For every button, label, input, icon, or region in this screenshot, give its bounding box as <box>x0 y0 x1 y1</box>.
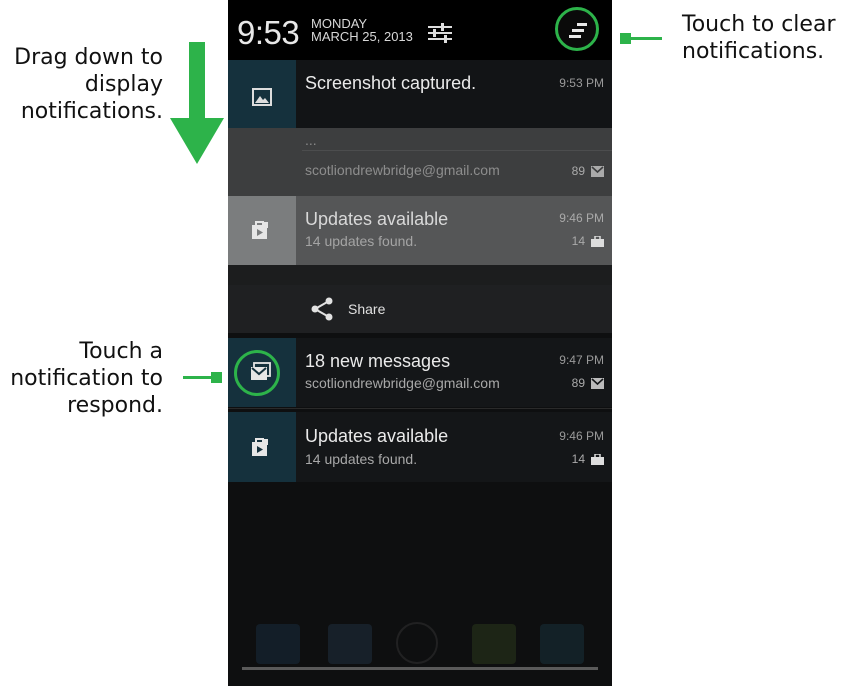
notification-title: Screenshot captured. <box>305 73 477 93</box>
callout-clear-notifications: Touch to clear notifications. <box>682 12 836 64</box>
dock-people-icon <box>328 624 372 664</box>
notification-icon-box <box>228 196 296 265</box>
share-action[interactable]: Share <box>228 285 612 333</box>
quick-settings-sliders-icon[interactable] <box>427 22 453 44</box>
clear-all-icon <box>569 23 587 38</box>
divider <box>302 150 612 151</box>
touch-highlight-ring <box>234 350 280 396</box>
notification-ellipsis: ... <box>305 132 317 148</box>
notification-gmail-swiping[interactable]: ... scotliondrewbridge@gmail.com 89 <box>228 128 612 196</box>
notification-screenshot[interactable]: Screenshot captured. 9:53 PM <box>228 60 612 128</box>
notification-icon-box <box>228 60 296 128</box>
play-store-bag-icon <box>252 438 268 456</box>
notification-count: 14 <box>572 452 604 466</box>
count-label: 89 <box>571 376 585 390</box>
notification-title: 18 new messages <box>305 351 451 371</box>
touch-leader-dot <box>211 372 222 383</box>
dock-browser-icon <box>540 624 584 664</box>
count-label: 14 <box>571 234 585 248</box>
mail-icon <box>591 377 604 389</box>
touch-leader-line <box>183 376 213 379</box>
notification-updates[interactable]: Updates available 14 updates found. 9:46… <box>228 412 612 482</box>
notification-subtitle: 14 updates found. <box>305 451 418 467</box>
notification-subtitle: 14 updates found. <box>305 233 418 249</box>
notification-icon-box <box>228 412 296 482</box>
notification-time: 9:47 PM <box>559 353 604 367</box>
clear-leader-line <box>630 37 662 40</box>
status-date: MONDAY MARCH 25, 2013 <box>311 17 413 43</box>
notification-updates-swiping[interactable]: Updates available 14 updates found. 9:46… <box>228 196 612 265</box>
notification-time: 9:46 PM <box>559 211 604 225</box>
play-store-bag-icon <box>252 221 268 239</box>
notification-title: Updates available <box>305 209 449 229</box>
share-icon[interactable] <box>310 297 334 321</box>
share-label: Share <box>348 301 386 317</box>
notification-count: 89 <box>572 164 604 178</box>
expanded-area <box>228 265 612 285</box>
status-date-label: MARCH 25, 2013 <box>311 29 413 44</box>
shopping-bag-icon <box>591 453 604 465</box>
count-label: 89 <box>571 164 585 178</box>
image-icon <box>252 88 272 106</box>
notification-account: scotliondrewbridge@gmail.com <box>305 162 500 178</box>
dock-apps-icon <box>396 622 438 664</box>
dock-phone-icon <box>256 624 300 664</box>
status-bar: 9:53 MONDAY MARCH 25, 2013 <box>228 0 612 60</box>
callout-touch-notification: Touch a notification to respond. <box>10 339 163 418</box>
clear-all-button[interactable] <box>555 7 599 51</box>
notification-time: 9:53 PM <box>559 76 604 90</box>
count-label: 14 <box>571 452 585 466</box>
shade-drag-handle[interactable] <box>242 667 598 670</box>
drag-down-arrow-icon <box>170 42 224 164</box>
notification-shade: 9:53 MONDAY MARCH 25, 2013 Screenshot ca… <box>228 0 612 686</box>
notification-count: 89 <box>572 376 604 390</box>
shopping-bag-icon <box>591 235 604 247</box>
notification-title: Updates available <box>305 426 449 446</box>
callout-drag-down: Drag down to display notifications. <box>14 45 163 124</box>
notification-subtitle: scotliondrewbridge@gmail.com <box>305 375 500 391</box>
dock-messaging-icon <box>472 624 516 664</box>
notification-count: 14 <box>572 234 604 248</box>
notification-new-messages[interactable]: 18 new messages scotliondrewbridge@gmail… <box>228 338 612 407</box>
notification-time: 9:46 PM <box>559 429 604 443</box>
status-time: 9:53 <box>237 14 300 51</box>
divider <box>228 408 612 409</box>
mail-icon <box>591 165 604 177</box>
